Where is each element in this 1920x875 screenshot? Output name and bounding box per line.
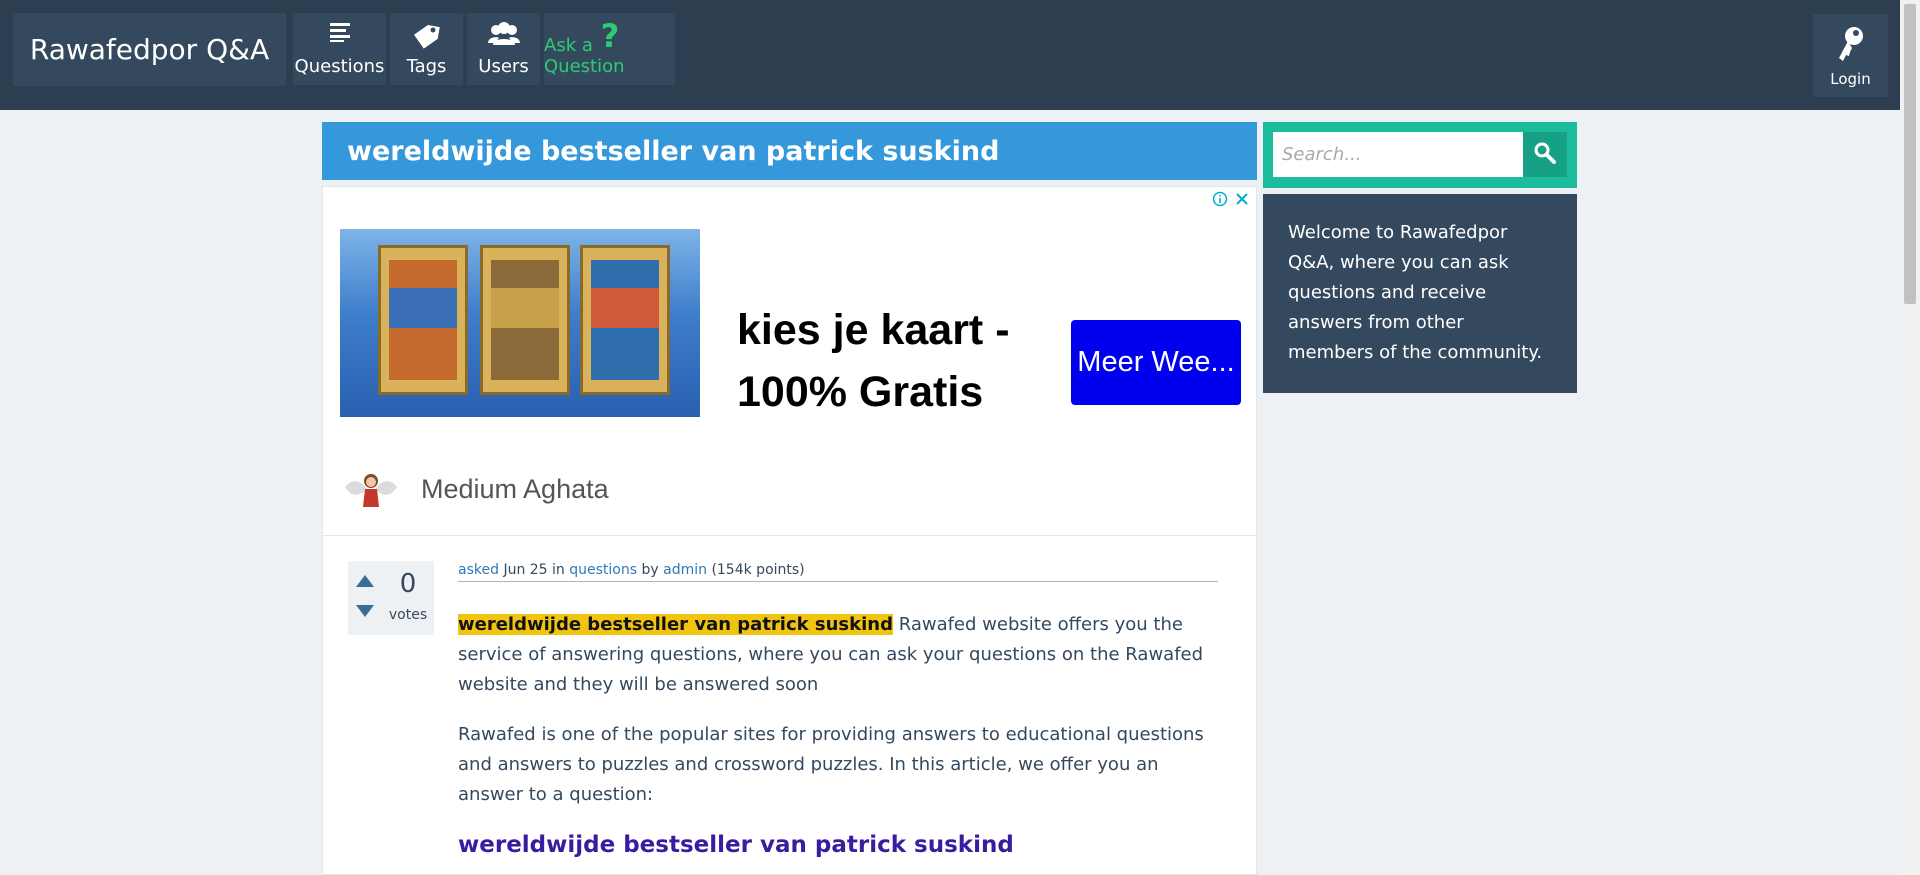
ad-brand[interactable]: Medium Aghata — [341, 467, 609, 511]
page-scrollbar[interactable] — [1900, 0, 1920, 875]
vote-count: 0 — [399, 569, 417, 599]
tarot-card — [480, 245, 570, 395]
nav-tags[interactable]: Tags — [390, 13, 463, 85]
nav-users-label: Users — [478, 56, 529, 77]
answer-subheading: wereldwijde bestseller van patrick suski… — [458, 832, 1014, 858]
scrollbar-thumb[interactable] — [1904, 4, 1916, 304]
vote-up-button[interactable] — [354, 573, 376, 593]
login-button[interactable]: Login — [1813, 14, 1888, 97]
vote-box: 0 votes — [348, 561, 434, 635]
ad-controls — [1212, 191, 1250, 211]
advertisement[interactable]: kies je kaart - 100% Gratis Meer Wee... … — [322, 186, 1257, 536]
vote-down-button[interactable] — [354, 603, 376, 623]
svg-text:?: ? — [600, 21, 619, 51]
list-icon — [293, 21, 386, 43]
author-link[interactable]: admin — [663, 562, 707, 578]
search-box — [1263, 122, 1577, 188]
ad-info-icon[interactable] — [1212, 191, 1228, 211]
site-logo[interactable]: Rawafedpor Q&A — [13, 13, 286, 86]
question-title-bar: wereldwijde bestseller van patrick suski… — [322, 122, 1257, 180]
search-button[interactable] — [1523, 132, 1567, 177]
question-meta: asked Jun 25 in questions by admin (154k… — [458, 562, 1218, 582]
category-link[interactable]: questions — [569, 562, 637, 578]
meta-in: in — [552, 562, 565, 578]
search-icon — [1533, 141, 1557, 169]
asked-date: Jun 25 — [503, 562, 548, 578]
ad-headline[interactable]: kies je kaart - 100% Gratis — [737, 299, 1037, 423]
ad-image-tarot-cards[interactable] — [340, 229, 700, 417]
users-icon — [467, 21, 540, 47]
question-intro: wereldwijde bestseller van patrick suski… — [458, 610, 1218, 700]
question-paragraph: Rawafed is one of the popular sites for … — [458, 724, 1204, 805]
login-label: Login — [1830, 70, 1871, 88]
asked-link[interactable]: asked — [458, 562, 499, 578]
nav-users[interactable]: Users — [467, 13, 540, 85]
question-body: 0 votes asked Jun 25 in questions by adm… — [322, 536, 1257, 875]
ad-brand-logo — [341, 467, 401, 511]
vote-label: votes — [388, 607, 428, 623]
nav-questions-label: Questions — [294, 56, 385, 77]
top-navbar: Rawafedpor Q&A Questions Tags Users ? As… — [0, 0, 1900, 110]
ad-cta-button[interactable]: Meer Wee... — [1071, 320, 1241, 405]
ad-close-icon[interactable] — [1234, 191, 1250, 211]
tarot-card — [580, 245, 670, 395]
ad-brand-name: Medium Aghata — [421, 473, 609, 504]
welcome-panel: Welcome to Rawafedpor Q&A, where you can… — [1263, 194, 1577, 393]
page-title: wereldwijde bestseller van patrick suski… — [347, 135, 1000, 167]
search-input[interactable] — [1273, 132, 1523, 177]
author-points: (154k points) — [711, 562, 805, 578]
question-mark-icon: ? — [544, 21, 675, 51]
key-icon — [1834, 24, 1868, 68]
tag-icon — [390, 21, 463, 51]
highlighted-keyword: wereldwijde bestseller van patrick suski… — [458, 614, 893, 635]
tarot-card — [378, 245, 468, 395]
nav-tags-label: Tags — [406, 56, 447, 77]
nav-questions[interactable]: Questions — [293, 13, 386, 85]
nav-ask-question[interactable]: ? Ask a Question — [544, 13, 675, 85]
meta-by: by — [641, 562, 659, 578]
